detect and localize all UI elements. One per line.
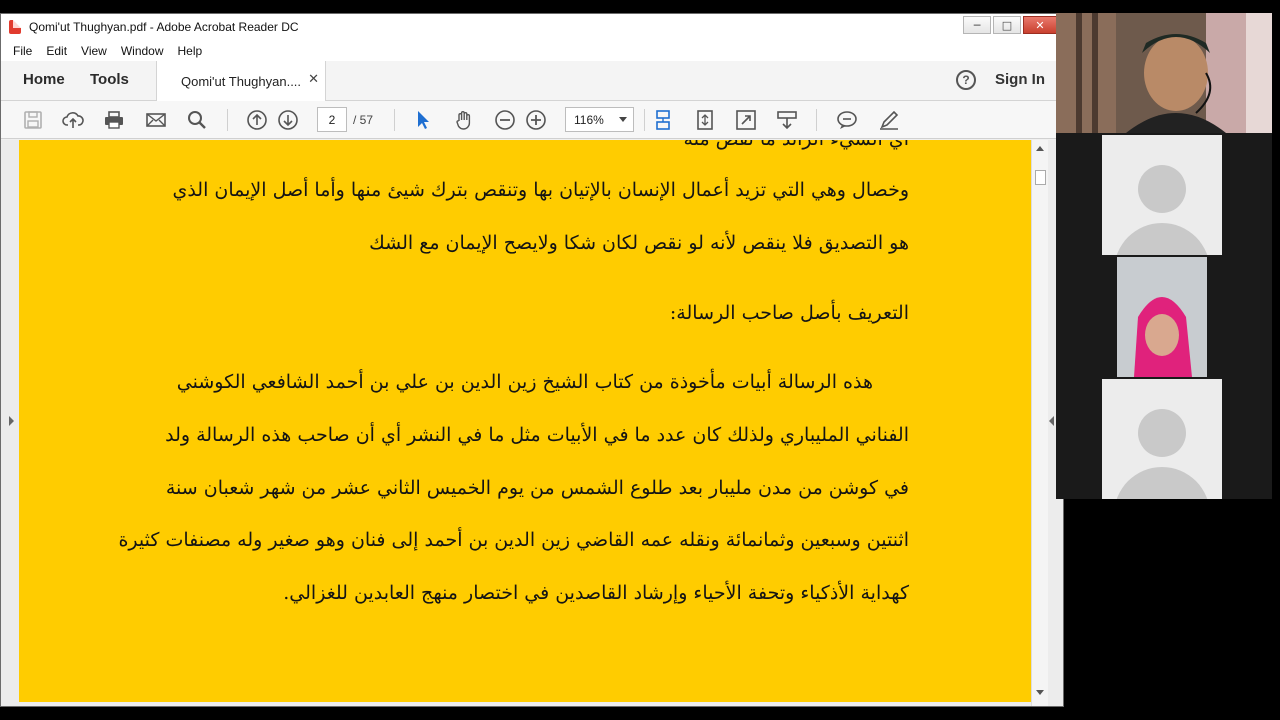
sign-in-button[interactable]: Sign In: [995, 71, 1045, 88]
avatar-head-icon: [1138, 165, 1186, 213]
maximize-button[interactable]: □: [993, 16, 1021, 34]
comment-icon[interactable]: [835, 108, 859, 132]
main-toolbar: 2 / 57 116%: [1, 101, 1063, 139]
video-gallery: [1056, 13, 1272, 499]
fit-page-icon[interactable]: [693, 108, 717, 132]
toolbar-separator: [394, 109, 395, 131]
avatar-head-icon: [1138, 409, 1186, 457]
menu-edit[interactable]: Edit: [46, 44, 67, 58]
menu-help[interactable]: Help: [178, 44, 203, 58]
tab-document[interactable]: Qomi'ut Thughyan.... ✕: [156, 61, 326, 101]
toolbar-separator: [644, 109, 645, 131]
avatar-body-icon: [1114, 223, 1210, 255]
save-icon[interactable]: [21, 108, 45, 132]
video-participant-1[interactable]: [1056, 13, 1272, 133]
menu-file[interactable]: File: [13, 44, 32, 58]
menu-window[interactable]: Window: [121, 44, 164, 58]
avatar-participant-4[interactable]: [1056, 379, 1272, 499]
document-tab-label: Qomi'ut Thughyan....: [181, 73, 302, 89]
scroll-mode-icon[interactable]: [651, 108, 675, 132]
document-line: الفناني المليباري ولذلك كان عدد ما في ال…: [165, 424, 909, 446]
page-total: / 57: [353, 113, 374, 127]
document-line: هو التصديق فلا ينقص لأنه لو نقص لكان شكا…: [369, 232, 909, 254]
screen: Qomi'ut Thughyan.pdf - Adobe Acrobat Rea…: [0, 0, 1280, 720]
zoom-in-icon[interactable]: [524, 108, 548, 132]
close-window-button[interactable]: ✕: [1023, 16, 1057, 34]
video-participant-3[interactable]: [1056, 257, 1272, 377]
tab-home[interactable]: Home: [23, 71, 65, 88]
document-line: وخصال وهي التي تزيد أعمال الإنسان بالإتي…: [172, 179, 909, 201]
menu-view[interactable]: View: [81, 44, 107, 58]
window-controls: ─ □ ✕: [963, 16, 1057, 34]
help-icon[interactable]: ?: [956, 70, 976, 90]
menu-bar: File Edit View Window Help: [1, 40, 1063, 61]
scrollbar-thumb[interactable]: [1035, 170, 1046, 185]
print-icon[interactable]: [102, 108, 126, 132]
document-line: اثنتين وسبعين وثمانمائة ونقله عمه القاضي…: [118, 529, 909, 551]
select-cursor-icon[interactable]: [411, 108, 435, 132]
tab-bar: Home Tools Qomi'ut Thughyan.... ✕ ? Sign…: [1, 61, 1063, 101]
tab-tools[interactable]: Tools: [90, 71, 129, 88]
participant-video-icon: [1056, 13, 1272, 133]
hand-icon[interactable]: [452, 108, 476, 132]
acrobat-window: Qomi'ut Thughyan.pdf - Adobe Acrobat Rea…: [0, 13, 1064, 707]
scroll-up-icon[interactable]: [1036, 146, 1044, 151]
avatar-body-icon: [1114, 467, 1210, 499]
document-line: في كوشن من مدن مليبار بعد طلوع الشمس من …: [165, 477, 909, 499]
chevron-down-icon: [619, 117, 627, 122]
cloud-upload-icon[interactable]: [61, 108, 85, 132]
page-down-icon[interactable]: [276, 108, 300, 132]
participant-video-icon: [1056, 257, 1272, 377]
toolbar-separator: [816, 109, 817, 131]
page-number-input[interactable]: 2: [317, 107, 347, 132]
search-icon[interactable]: [185, 108, 209, 132]
page-up-icon[interactable]: [245, 108, 269, 132]
zoom-select[interactable]: 116%: [565, 107, 634, 132]
pdf-app-icon: [9, 20, 21, 34]
scroll-down-icon[interactable]: [1036, 690, 1044, 695]
section-heading: التعريف بأصل صاحب الرسالة:: [669, 302, 909, 324]
document-line: هذه الرسالة أبيات مأخوذة من كتاب الشيخ ز…: [176, 371, 873, 393]
left-panel-toggle-icon[interactable]: [9, 416, 14, 426]
zoom-value: 116%: [574, 112, 604, 127]
fullscreen-icon[interactable]: [734, 108, 758, 132]
pdf-page: أي الشيء الزائد ما نقص منه وخصال وهي الت…: [19, 140, 1031, 702]
minimize-button[interactable]: ─: [963, 16, 991, 34]
document-viewport[interactable]: أي الشيء الزائد ما نقص منه وخصال وهي الت…: [1, 140, 1063, 706]
download-icon[interactable]: [775, 108, 799, 132]
email-icon[interactable]: [144, 108, 168, 132]
avatar-frame: [1102, 379, 1222, 499]
avatar-frame: [1102, 135, 1222, 255]
zoom-out-icon[interactable]: [493, 108, 517, 132]
vertical-scrollbar[interactable]: [1031, 140, 1048, 706]
toolbar-separator: [227, 109, 228, 131]
avatar-participant-2[interactable]: [1056, 135, 1272, 255]
pen-icon[interactable]: [877, 108, 901, 132]
close-tab-icon[interactable]: ✕: [308, 72, 319, 87]
window-title: Qomi'ut Thughyan.pdf - Adobe Acrobat Rea…: [29, 20, 299, 34]
right-panel-toggle-icon[interactable]: [1049, 416, 1054, 426]
document-line: أي الشيء الزائد ما نقص منه: [684, 140, 909, 150]
document-line: كهداية الأذكياء وتحفة الأحياء وإرشاد الق…: [283, 582, 909, 604]
title-bar: Qomi'ut Thughyan.pdf - Adobe Acrobat Rea…: [1, 14, 1063, 40]
